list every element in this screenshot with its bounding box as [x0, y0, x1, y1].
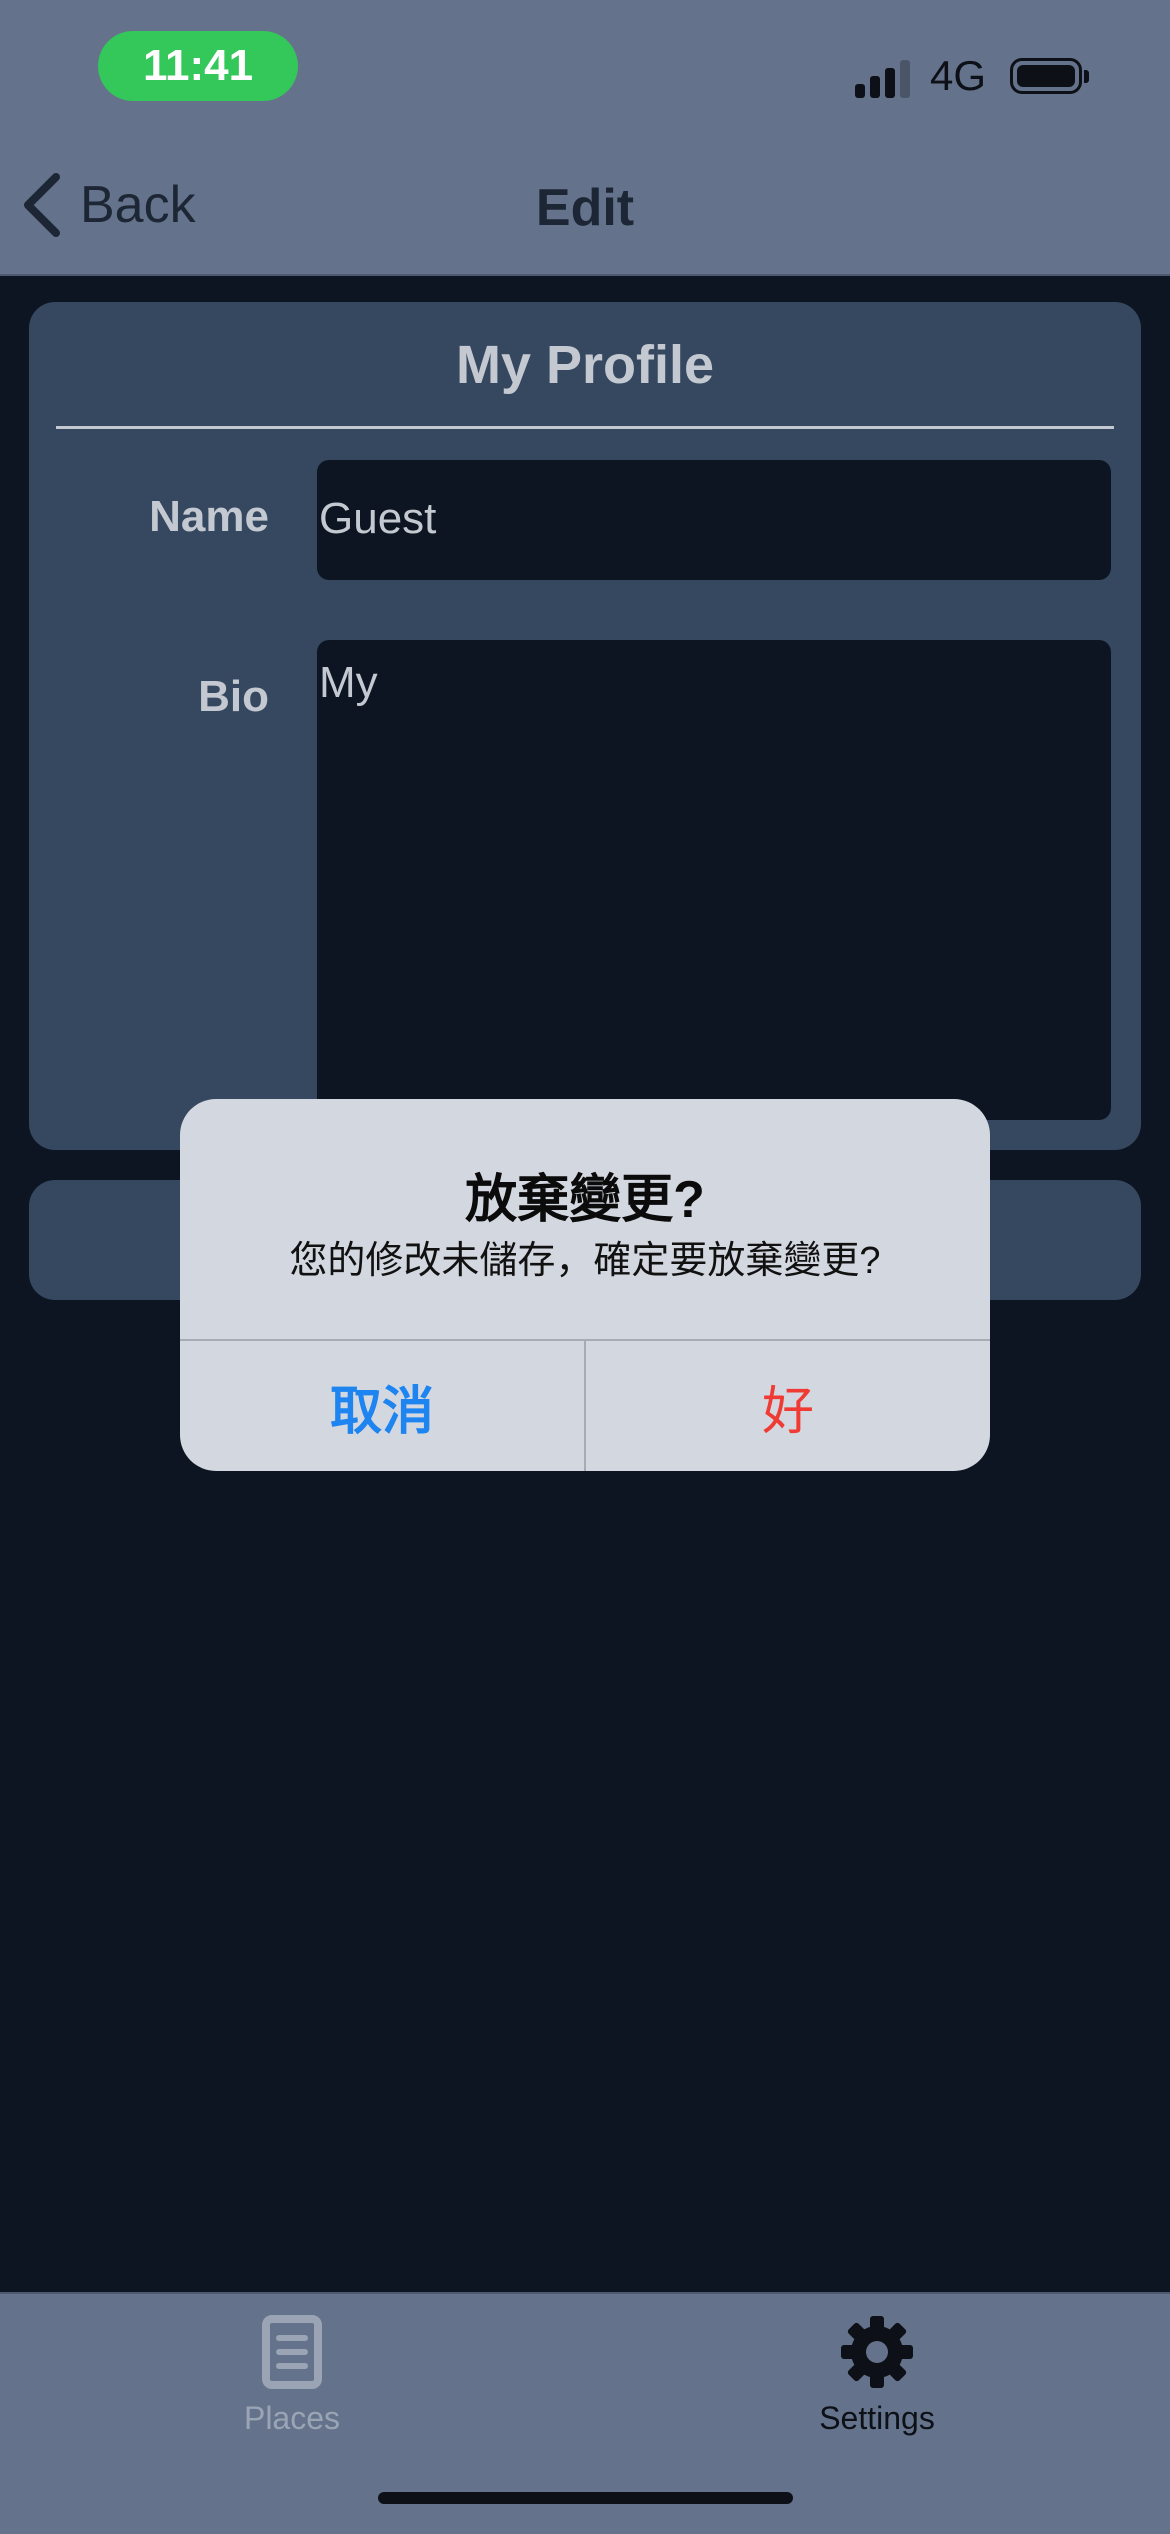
gear-icon	[841, 2316, 913, 2388]
status-time: 11:41	[98, 31, 298, 101]
tab-places-label: Places	[243, 2400, 341, 2436]
alert-message: 您的修改未儲存，確定要放棄變更?	[289, 1240, 881, 1282]
alert-title: 放棄變更?	[465, 1171, 705, 1229]
tab-places[interactable]: Places	[142, 2314, 442, 2437]
name-field[interactable]: Guest	[317, 460, 1111, 580]
name-label: Name	[149, 492, 269, 541]
home-indicator[interactable]	[378, 2492, 793, 2504]
navigation-header: 11:41 4G Back Edit	[0, 0, 1170, 276]
tab-settings[interactable]: Settings	[727, 2314, 1027, 2437]
cancel-button[interactable]: 取消	[180, 1341, 584, 1471]
profile-card-title: My Profile	[455, 335, 715, 395]
battery-icon	[1010, 58, 1089, 94]
tab-settings-label: Settings	[819, 2400, 935, 2436]
divider	[56, 426, 1114, 429]
document-icon	[262, 2315, 322, 2389]
network-type: 4G	[930, 52, 987, 99]
signal-strength-icon	[855, 56, 915, 98]
discard-changes-alert: 放棄變更? 您的修改未儲存，確定要放棄變更? 取消 好	[180, 1099, 990, 1471]
profile-card: My Profile Name Guest Bio My	[29, 302, 1141, 1150]
bio-label: Bio	[198, 672, 269, 721]
ok-button[interactable]: 好	[586, 1341, 990, 1471]
page-title: Edit	[535, 179, 635, 237]
bio-field[interactable]: My	[317, 640, 1111, 1120]
